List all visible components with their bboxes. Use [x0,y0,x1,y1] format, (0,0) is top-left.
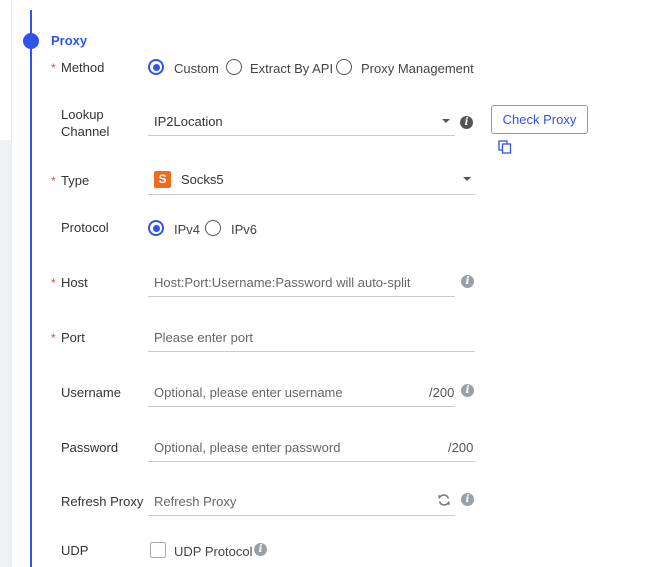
method-label: Method [61,60,105,75]
username-placeholder: Optional, please enter username [154,385,343,400]
type-select[interactable]: S Socks5 [148,168,475,195]
info-icon[interactable]: i [460,116,473,129]
radio-ipv6[interactable] [205,220,221,236]
chevron-down-icon [442,119,450,123]
username-input[interactable]: Optional, please enter username /200 [148,378,455,407]
info-icon[interactable]: i [254,543,267,556]
protocol-label: Protocol [61,220,109,235]
password-counter: /200 [448,440,474,455]
required-mark: * [51,276,56,290]
required-mark: * [51,331,56,345]
field-underline [148,194,475,195]
port-label: Port [61,330,85,345]
field-underline [148,351,475,352]
required-mark: * [51,174,56,188]
host-label: Host [61,275,88,290]
password-input[interactable]: Optional, please enter password /200 [148,433,475,462]
radio-extract-by-api-label[interactable]: Extract By API [250,61,333,77]
section-title: Proxy [51,33,88,48]
host-placeholder: Host:Port:Username:Password will auto-sp… [154,275,411,290]
radio-ipv6-label[interactable]: IPv6 [231,222,257,238]
lookup-label-line2: Channel [61,124,110,139]
chevron-down-icon [463,177,471,181]
refresh-proxy-label: Refresh Proxy [61,494,144,509]
type-value: Socks5 [181,172,224,187]
copy-icon[interactable] [498,140,512,154]
info-icon[interactable]: i [461,493,474,506]
lookup-label-line1: Lookup [61,107,104,122]
radio-ipv4[interactable] [148,220,164,236]
field-underline [148,515,455,516]
socks5-icon: S [154,171,171,188]
lookup-channel-select[interactable]: IP2Location [148,110,455,136]
field-underline [148,406,455,407]
radio-custom-label[interactable]: Custom [174,61,219,77]
info-icon[interactable]: i [461,384,474,397]
radio-ipv4-label[interactable]: IPv4 [174,222,200,238]
password-placeholder: Optional, please enter password [154,440,341,455]
radio-proxy-management-label[interactable]: Proxy Management [361,61,474,77]
left-panel-edge [0,0,12,140]
udp-checkbox[interactable] [150,542,166,558]
left-panel-background [0,140,12,567]
refresh-icon[interactable] [437,493,451,507]
username-label: Username [61,385,121,400]
info-icon[interactable]: i [461,275,474,288]
lookup-channel-value: IP2Location [154,114,223,129]
type-label: Type [61,173,90,188]
radio-custom[interactable] [148,59,164,75]
radio-proxy-management[interactable] [336,59,352,75]
username-counter: /200 [429,385,455,400]
refresh-proxy-placeholder: Refresh Proxy [154,494,237,509]
port-input[interactable]: Please enter port [148,323,475,352]
udp-label: UDP [61,543,89,558]
check-proxy-button[interactable]: Check Proxy [491,105,588,134]
timeline-line [30,10,32,567]
required-mark: * [51,61,56,75]
port-placeholder: Please enter port [154,330,254,345]
radio-extract-by-api[interactable] [226,59,242,75]
host-input[interactable]: Host:Port:Username:Password will auto-sp… [148,268,455,297]
field-underline [148,296,455,297]
password-label: Password [61,440,119,455]
field-underline [148,461,475,462]
udp-checkbox-label[interactable]: UDP Protocol [174,544,253,560]
field-underline [148,135,455,136]
timeline-dot [23,33,39,49]
refresh-proxy-input[interactable]: Refresh Proxy [148,487,455,516]
